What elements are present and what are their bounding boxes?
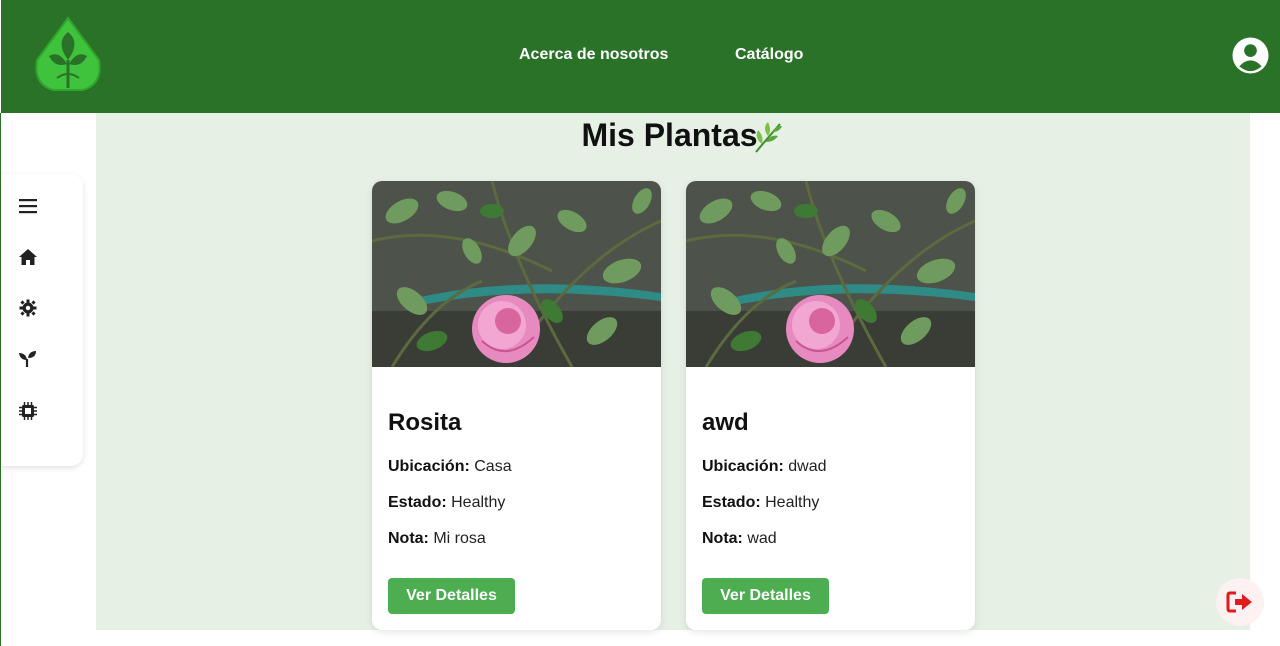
home-icon[interactable]	[17, 246, 39, 268]
plant-photo	[686, 181, 975, 367]
sidebar	[1, 174, 83, 466]
herb-leaf-icon	[755, 122, 782, 153]
plant-card: Rosita Ubicación: Casa Estado: Healthy N…	[372, 181, 661, 630]
plant-card: awd Ubicación: dwad Estado: Healthy Nota…	[686, 181, 975, 630]
menu-icon[interactable]	[17, 195, 39, 217]
location-value: Casa	[474, 458, 512, 475]
view-details-button[interactable]: Ver Detalles	[702, 578, 829, 614]
user-profile-icon[interactable]	[1232, 37, 1269, 74]
top-navbar: Acerca de nosotros Catálogo	[1, 0, 1280, 113]
status-value: Healthy	[451, 494, 506, 511]
status-label: Estado:	[702, 494, 761, 511]
plant-note: Nota: Mi rosa	[388, 530, 486, 548]
plant-location: Ubicación: dwad	[702, 458, 827, 476]
note-value: wad	[747, 530, 777, 547]
page-title-wrap: Mis Plantas	[0, 117, 1280, 154]
sprout-icon[interactable]	[17, 348, 39, 370]
plant-note: Nota: wad	[702, 530, 777, 548]
plant-logo-icon[interactable]	[33, 16, 103, 92]
note-label: Nota:	[388, 530, 429, 547]
plant-name: awd	[702, 409, 749, 436]
nav-catalog-link[interactable]: Catálogo	[735, 46, 803, 64]
main-content-area	[96, 113, 1250, 630]
note-label: Nota:	[702, 530, 743, 547]
plant-location: Ubicación: Casa	[388, 458, 512, 476]
chip-icon[interactable]	[17, 400, 39, 422]
location-label: Ubicación:	[388, 458, 470, 475]
nav-about-link[interactable]: Acerca de nosotros	[519, 46, 668, 64]
logout-button[interactable]	[1216, 578, 1264, 626]
location-label: Ubicación:	[702, 458, 784, 475]
status-value: Healthy	[765, 494, 820, 511]
plant-name: Rosita	[388, 409, 462, 436]
view-details-button[interactable]: Ver Detalles	[388, 578, 515, 614]
page-title: Mis Plantas	[581, 117, 758, 153]
plant-photo	[372, 181, 661, 367]
plant-status: Estado: Healthy	[388, 494, 505, 512]
plant-status: Estado: Healthy	[702, 494, 819, 512]
gear-icon[interactable]	[17, 297, 39, 319]
status-label: Estado:	[388, 494, 447, 511]
location-value: dwad	[788, 458, 827, 475]
note-value: Mi rosa	[433, 530, 486, 547]
logout-icon	[1226, 591, 1252, 613]
